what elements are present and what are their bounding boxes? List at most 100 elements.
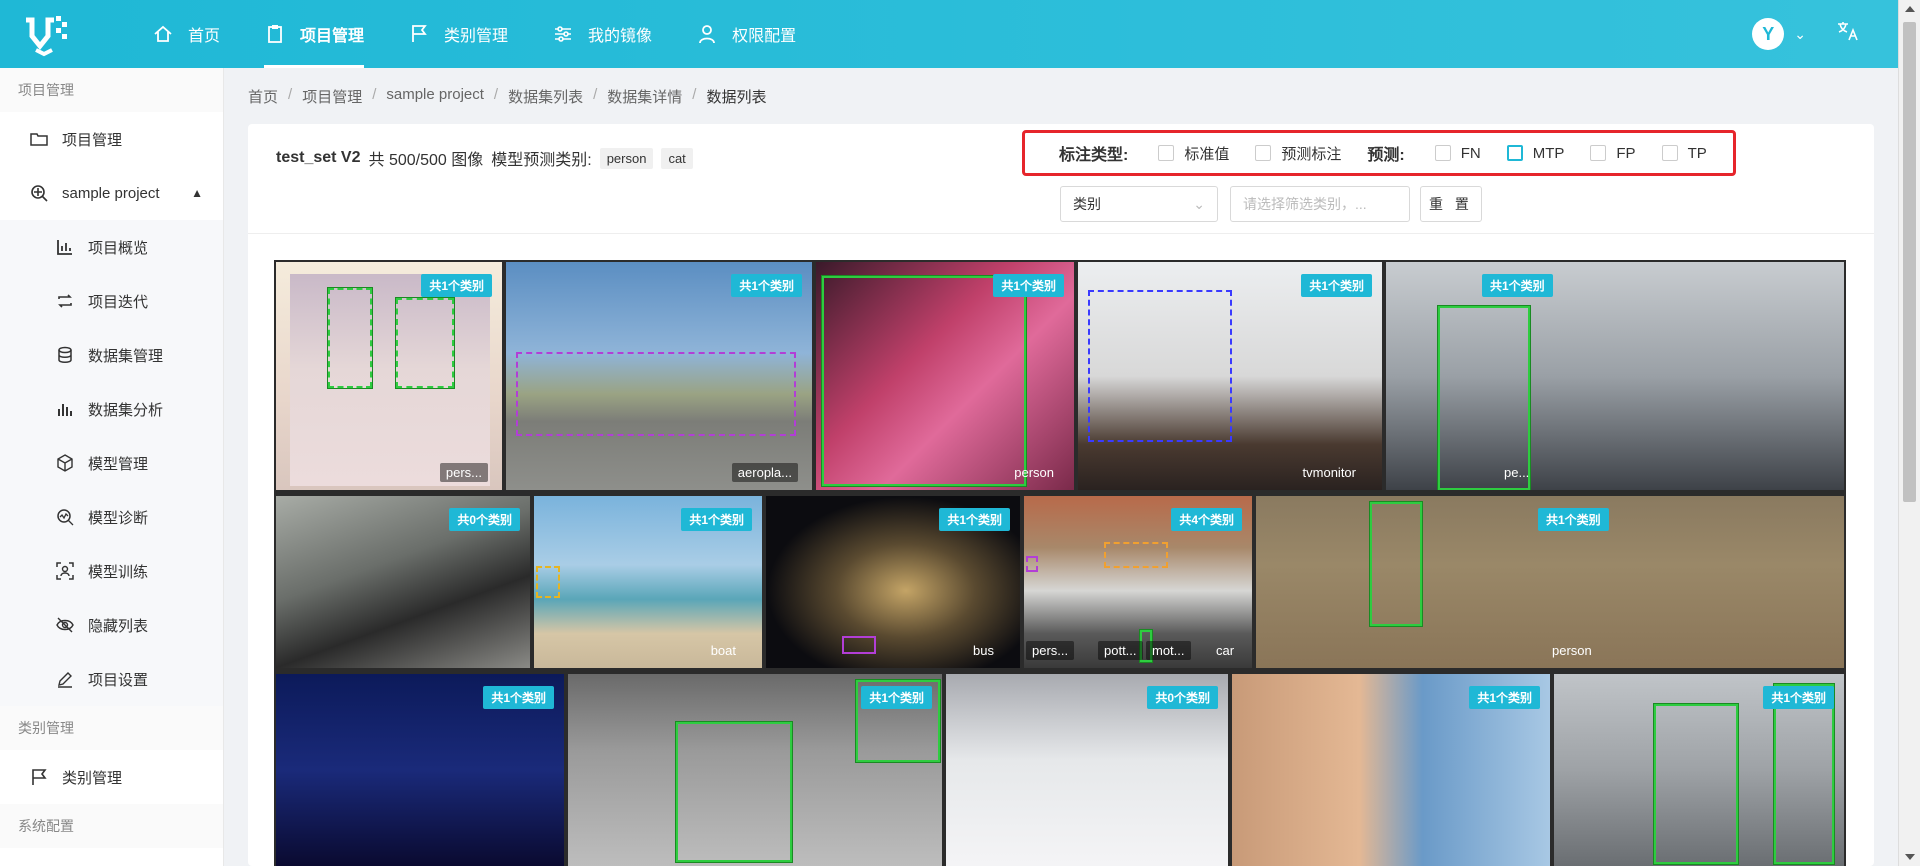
scrollbar-thumb[interactable] [1903,22,1916,502]
category-count-badge: 共1个类别 [731,274,802,297]
bbox-label: pers... [439,463,488,482]
image-tile[interactable]: 共1个类别 tvmonitor [1078,262,1382,490]
sidebar-item-iteration[interactable]: 项目迭代 [0,274,223,328]
breadcrumb: 首页 / 项目管理 / sample project / 数据集列表 / 数据集详情 / … [248,86,767,107]
image-tile[interactable]: 共4个类别 pers... pott... mot... car [1024,496,1252,668]
image-tile[interactable]: 共1个类别 [1232,674,1550,866]
bbox-label: person [1014,465,1054,480]
bbox-label: person [1552,643,1592,658]
category-count-badge: 共1个类别 [939,508,1010,531]
checkbox-prediction[interactable]: 预测标注 [1255,143,1341,164]
sidebar-item-dataset-management[interactable]: 数据集管理 [0,328,223,382]
flag-icon [28,766,50,788]
bbox-label: tvmonitor [1302,465,1356,480]
bbox-pred [842,636,876,654]
sidebar-item-label: sample project [62,184,160,202]
data-list-panel: test_set V2 共 500/500 图像 模型预测类别: person … [248,124,1874,866]
sidebar-item-label: 隐藏列表 [88,617,149,635]
bbox-label: bus [973,643,994,658]
sidebar-item-model-diagnosis[interactable]: 模型诊断 [0,490,223,544]
sidebar-item-overview[interactable]: 项目概览 [0,220,223,274]
breadcrumb-sample-project[interactable]: sample project [386,86,484,107]
cube-icon [54,452,76,474]
language-icon[interactable] [1836,19,1860,49]
checkbox-mtp[interactable]: MTP [1506,145,1564,162]
filter-type-select[interactable]: 类别 ⌄ [1060,186,1218,222]
nav-images-label: 我的镜像 [588,28,653,45]
sidebar-item-model-training[interactable]: 模型训练 [0,544,223,598]
checkbox-ground-truth[interactable]: 标准值 [1158,143,1229,164]
scroll-up-icon[interactable] [1905,6,1915,12]
image-tile[interactable]: 共1个类别 [568,674,942,866]
bar-chart-icon [54,236,76,258]
breadcrumb-dataset-list[interactable]: 数据集列表 [508,86,583,107]
image-count: 共 500/500 图像 [368,152,484,169]
sidebar-item-label: 项目迭代 [88,293,149,311]
chevron-up-icon[interactable]: ▲ [191,186,203,200]
breadcrumb-project-management[interactable]: 项目管理 [302,86,362,107]
sliders-icon [552,23,574,45]
nav-my-images[interactable]: 我的镜像 [530,0,674,68]
sidebar-item-model-management[interactable]: 模型管理 [0,436,223,490]
image-tile[interactable]: 共1个类别 [276,674,564,866]
sidebar-item-project-management[interactable]: 项目管理 [0,112,223,166]
bbox-gt [396,298,454,388]
bbox-label: boat [710,643,736,658]
training-icon [54,560,76,582]
category-count-badge: 共1个类别 [483,686,554,709]
bbox-label: pe... [1504,465,1530,480]
image-tile[interactable]: 共1个类别 pe... [1386,262,1844,490]
image-tile[interactable]: 共1个类别 person [816,262,1074,490]
sidebar-item-sample-project[interactable]: sample project ▲ [0,166,223,220]
checkbox-fn[interactable]: FN [1434,145,1481,162]
image-tile[interactable]: 共1个类别 boat [534,496,762,668]
category-count-badge: 共1个类别 [421,274,492,297]
sidebar-item-project-settings[interactable]: 项目设置 [0,652,223,706]
page-scrollbar[interactable] [1898,0,1920,866]
chevron-down-icon: ⌄ [1193,195,1205,212]
nav-category-management[interactable]: 类别管理 [386,0,530,68]
sidebar-item-category-management[interactable]: 类别管理 [0,750,223,804]
checkbox-fp[interactable]: FP [1590,145,1636,162]
pred-tag-cat: cat [661,147,693,169]
image-tile[interactable]: 共1个类别 pers... [276,262,502,490]
top-navbar: 首页 项目管理 类别管理 我的镜像 权限配置 Y ⌄ [0,0,1898,68]
dataset-name: test_set V2 [276,149,361,166]
app-logo[interactable] [22,10,82,58]
bbox-pred [536,566,560,598]
nav-project-management[interactable]: 项目管理 [242,0,386,68]
category-filter-input[interactable]: 请选择筛选类别，... [1230,186,1410,222]
bbox-gt [1774,684,1834,864]
category-count-badge: 共1个类别 [993,274,1064,297]
category-count-badge: 共1个类别 [681,508,752,531]
nav-permissions[interactable]: 权限配置 [674,0,818,68]
sidebar-item-hidden-list[interactable]: 隐藏列表 [0,598,223,652]
image-tile[interactable]: 共1个类别 bus [766,496,1020,668]
chevron-down-icon[interactable]: ⌄ [1794,26,1806,43]
breadcrumb-current: 数据列表 [706,89,767,106]
image-tile[interactable]: 共1个类别 person [1256,496,1844,668]
checkbox-tp[interactable]: TP [1661,145,1707,162]
sidebar-item-label: 数据集分析 [88,401,164,419]
scroll-down-icon[interactable] [1905,854,1915,860]
bbox-pred [516,352,796,436]
image-tile[interactable]: 共0个类别 [276,496,530,668]
sidebar-item-label: 项目管理 [62,131,123,149]
breadcrumb-home[interactable]: 首页 [248,86,278,107]
image-tile[interactable]: 共1个类别 aeropla... [506,262,812,490]
bbox-gt [1370,502,1422,626]
nav-home[interactable]: 首页 [130,0,242,68]
image-tile[interactable]: 共0个类别 [946,674,1228,866]
bbox-gt [676,722,792,862]
category-count-badge: 共1个类别 [1763,686,1834,709]
reset-button[interactable]: 重 置 [1420,186,1482,222]
image-tile[interactable]: 共1个类别 [1554,674,1844,866]
sidebar-item-label: 项目概览 [88,239,149,257]
image-gallery: 共1个类别 pers... 共1个类别 aeropla... 共1个类别 per… [274,260,1846,866]
user-avatar[interactable]: Y [1752,18,1785,50]
breadcrumb-dataset-detail[interactable]: 数据集详情 [607,86,682,107]
pred-category-label: 模型预测类别: [491,152,592,169]
sidebar-item-dataset-analysis[interactable]: 数据集分析 [0,382,223,436]
bbox-pred [1026,556,1038,572]
bbox-label: pott... [1098,641,1143,660]
